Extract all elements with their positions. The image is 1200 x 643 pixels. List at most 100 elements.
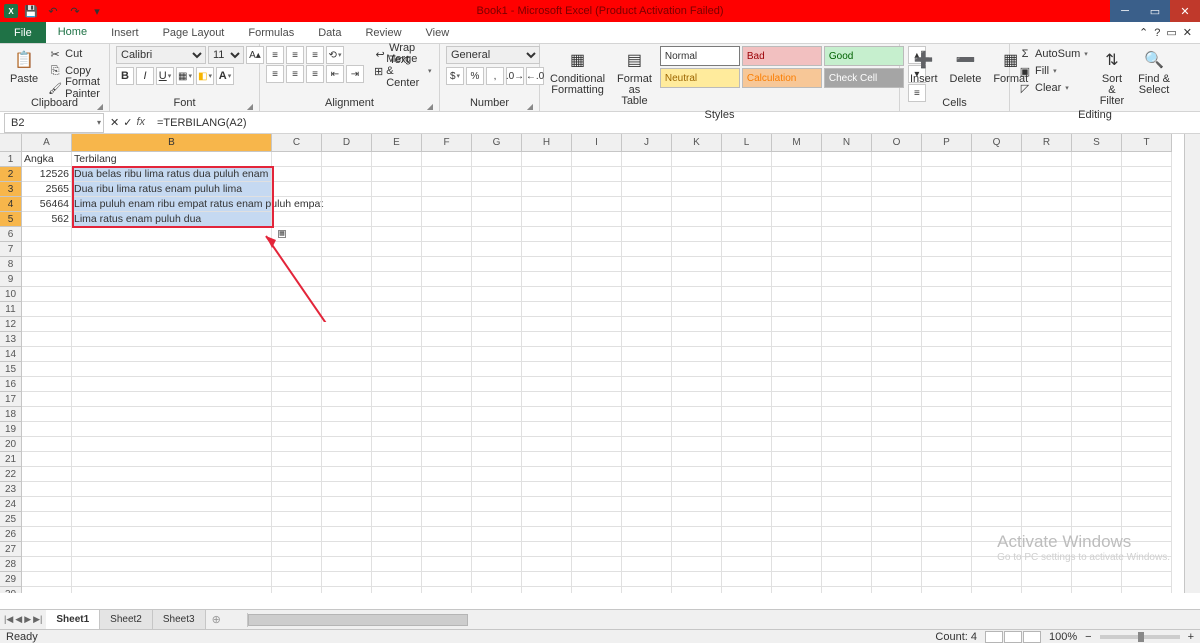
cell[interactable] bbox=[1022, 302, 1072, 317]
tab-file[interactable]: File bbox=[0, 22, 46, 43]
align-left-icon[interactable]: ≡ bbox=[266, 65, 284, 83]
cell[interactable] bbox=[772, 302, 822, 317]
cut-button[interactable]: ✂Cut bbox=[46, 46, 103, 62]
cell[interactable] bbox=[572, 227, 622, 242]
cell[interactable] bbox=[922, 242, 972, 257]
cell[interactable] bbox=[22, 257, 72, 272]
cell[interactable] bbox=[322, 527, 372, 542]
cell[interactable] bbox=[372, 317, 422, 332]
cell[interactable] bbox=[972, 437, 1022, 452]
cell[interactable] bbox=[1122, 512, 1172, 527]
cell[interactable] bbox=[1022, 167, 1072, 182]
cell[interactable] bbox=[472, 392, 522, 407]
cell[interactable] bbox=[372, 287, 422, 302]
cell[interactable] bbox=[672, 542, 722, 557]
cell[interactable] bbox=[1022, 587, 1072, 593]
cell[interactable] bbox=[472, 317, 522, 332]
cell[interactable] bbox=[722, 422, 772, 437]
cell[interactable] bbox=[372, 572, 422, 587]
cell[interactable]: 2565 bbox=[22, 182, 72, 197]
cell[interactable] bbox=[622, 482, 672, 497]
cell[interactable] bbox=[472, 347, 522, 362]
cell[interactable] bbox=[972, 152, 1022, 167]
cell[interactable]: 562 bbox=[22, 212, 72, 227]
close-workbook-icon[interactable]: ✕ bbox=[1183, 26, 1192, 39]
cell[interactable] bbox=[572, 302, 622, 317]
cell[interactable] bbox=[872, 527, 922, 542]
cell[interactable] bbox=[322, 437, 372, 452]
cell[interactable] bbox=[522, 257, 572, 272]
help-icon[interactable]: ? bbox=[1154, 27, 1160, 39]
cell[interactable] bbox=[722, 392, 772, 407]
column-header[interactable]: Q bbox=[972, 134, 1022, 152]
row-header[interactable]: 4 bbox=[0, 197, 22, 212]
cell[interactable] bbox=[872, 182, 922, 197]
cell[interactable] bbox=[422, 257, 472, 272]
row-header[interactable]: 11 bbox=[0, 302, 22, 317]
cell[interactable] bbox=[722, 272, 772, 287]
cell[interactable] bbox=[322, 257, 372, 272]
cell[interactable] bbox=[922, 542, 972, 557]
qat-save-icon[interactable]: 💾 bbox=[22, 2, 40, 20]
cell[interactable] bbox=[522, 452, 572, 467]
cell[interactable] bbox=[22, 407, 72, 422]
cell[interactable] bbox=[422, 392, 472, 407]
cell[interactable] bbox=[972, 572, 1022, 587]
cell[interactable] bbox=[422, 527, 472, 542]
cell[interactable] bbox=[672, 152, 722, 167]
cell[interactable] bbox=[322, 227, 372, 242]
cell[interactable] bbox=[922, 527, 972, 542]
cell[interactable] bbox=[622, 212, 672, 227]
cell[interactable] bbox=[1122, 257, 1172, 272]
cell[interactable] bbox=[972, 467, 1022, 482]
cell[interactable] bbox=[622, 302, 672, 317]
cell[interactable] bbox=[722, 182, 772, 197]
cell[interactable] bbox=[972, 407, 1022, 422]
first-sheet-icon[interactable]: |◀ bbox=[4, 614, 13, 625]
column-header[interactable]: T bbox=[1122, 134, 1172, 152]
cell[interactable] bbox=[972, 422, 1022, 437]
cell[interactable] bbox=[972, 542, 1022, 557]
cell[interactable] bbox=[1072, 542, 1122, 557]
cell[interactable] bbox=[972, 512, 1022, 527]
style-calculation[interactable]: Calculation bbox=[742, 68, 822, 88]
cell[interactable] bbox=[972, 392, 1022, 407]
column-header[interactable]: K bbox=[672, 134, 722, 152]
cell[interactable] bbox=[722, 197, 772, 212]
cell[interactable] bbox=[872, 452, 922, 467]
cells-container[interactable]: AngkaTerbilang12526Dua belas ribu lima r… bbox=[22, 152, 1172, 593]
cell[interactable] bbox=[1122, 542, 1172, 557]
cell[interactable] bbox=[922, 197, 972, 212]
cell[interactable] bbox=[522, 572, 572, 587]
cell[interactable] bbox=[572, 482, 622, 497]
cell[interactable] bbox=[722, 227, 772, 242]
align-center-icon[interactable]: ≡ bbox=[286, 65, 304, 83]
cell[interactable] bbox=[1072, 437, 1122, 452]
cell[interactable] bbox=[322, 467, 372, 482]
cell[interactable] bbox=[1072, 182, 1122, 197]
row-header[interactable]: 29 bbox=[0, 572, 22, 587]
cell[interactable] bbox=[372, 512, 422, 527]
cell[interactable] bbox=[472, 227, 522, 242]
cell[interactable] bbox=[922, 467, 972, 482]
cell[interactable] bbox=[772, 362, 822, 377]
cell[interactable] bbox=[1122, 422, 1172, 437]
cell[interactable] bbox=[822, 227, 872, 242]
cell[interactable] bbox=[422, 587, 472, 593]
font-size-select[interactable]: 11 bbox=[208, 46, 244, 64]
cell[interactable] bbox=[572, 557, 622, 572]
column-header[interactable]: I bbox=[572, 134, 622, 152]
last-sheet-icon[interactable]: ▶| bbox=[33, 614, 42, 625]
cell[interactable] bbox=[922, 152, 972, 167]
tab-insert[interactable]: Insert bbox=[99, 22, 151, 43]
cell[interactable] bbox=[22, 287, 72, 302]
cell[interactable] bbox=[822, 497, 872, 512]
cell[interactable] bbox=[372, 197, 422, 212]
cell[interactable] bbox=[622, 242, 672, 257]
cell[interactable] bbox=[1122, 167, 1172, 182]
cell[interactable] bbox=[522, 332, 572, 347]
cell[interactable] bbox=[572, 497, 622, 512]
cell[interactable] bbox=[1122, 557, 1172, 572]
cell[interactable] bbox=[472, 482, 522, 497]
cell[interactable] bbox=[772, 347, 822, 362]
